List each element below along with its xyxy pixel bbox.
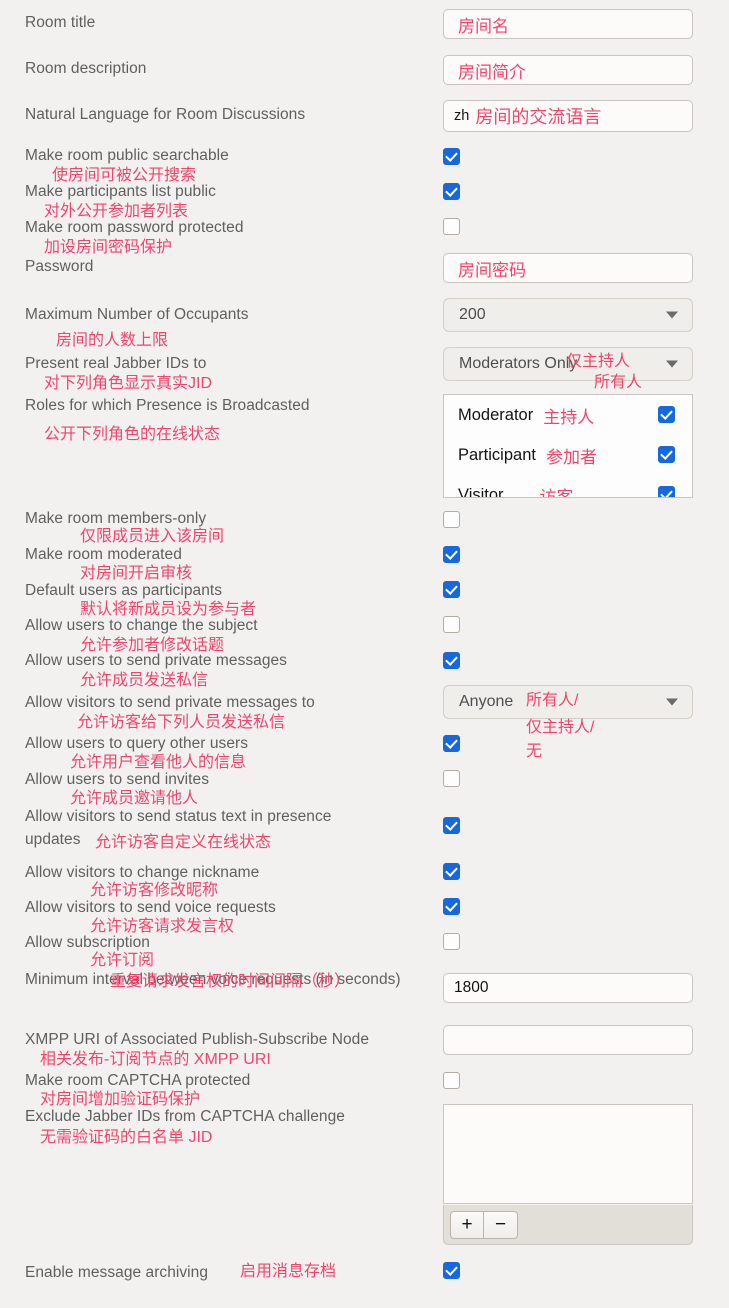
annotation-visitor-private-messages-to: 允许访客给下列人员发送私信	[77, 714, 286, 731]
checkbox-participants-list-public[interactable]	[443, 183, 460, 200]
label-send-invites: Allow users to send invites	[25, 771, 209, 788]
label-query-other-users: Allow users to query other users	[25, 735, 249, 752]
annotation-present-real-jids: 对下列角色显示真实JID	[44, 375, 213, 392]
annotation-presence-broadcast-roles: 公开下列角色的在线状态	[44, 426, 221, 443]
label-password-protected: Make room password protected	[25, 219, 244, 236]
label-visitor-change-nickname: Allow visitors to change nickname	[25, 864, 260, 881]
checkbox-send-private-messages[interactable]	[443, 652, 460, 669]
room-description-input[interactable]	[443, 55, 693, 85]
label-captcha-whitelist: Exclude Jabber IDs from CAPTCHA challeng…	[25, 1108, 345, 1125]
checkbox-role-participant[interactable]	[658, 446, 675, 463]
role-name: Participant	[458, 445, 536, 464]
annotation-visitor-pm-option-1: 所有人/	[526, 692, 579, 709]
label-max-occupants: Maximum Number of Occupants	[25, 306, 249, 323]
list-item[interactable]: Moderator 主持人	[444, 395, 692, 435]
max-occupants-select[interactable]: 200	[443, 298, 693, 332]
checkbox-captcha-protected[interactable]	[443, 1072, 460, 1089]
chevron-down-icon	[666, 360, 678, 368]
label-room-title: Room title	[25, 14, 96, 31]
checkbox-default-participants[interactable]	[443, 581, 460, 598]
label-room-description: Room description	[25, 60, 147, 77]
visitor-private-messages-value: Anyone	[459, 693, 514, 710]
label-pubsub-uri: XMPP URI of Associated Publish-Subscribe…	[25, 1031, 369, 1048]
checkbox-allow-subscription[interactable]	[443, 933, 460, 950]
checkbox-change-subject[interactable]	[443, 616, 460, 633]
label-message-archiving: Enable message archiving	[25, 1264, 208, 1281]
checkbox-message-archiving[interactable]	[443, 1262, 460, 1279]
role-annotation: 参加者	[545, 447, 597, 467]
label-room-language: Natural Language for Room Discussions	[25, 106, 306, 123]
annotation-password-protected: 加设房间密码保护	[44, 239, 173, 256]
label-captcha-protected: Make room CAPTCHA protected	[25, 1072, 251, 1089]
annotation-members-only: 仅限成员进入该房间	[80, 528, 225, 545]
label-presence-broadcast-roles: Roles for which Presence is Broadcasted	[25, 397, 310, 414]
list-item[interactable]: Visitor 访客	[444, 475, 692, 498]
role-name: Visitor	[458, 485, 504, 498]
annotation-send-private-messages: 允许成员发送私信	[80, 672, 209, 689]
role-name: Moderator	[458, 405, 534, 424]
label-change-subject: Allow users to change the subject	[25, 617, 258, 634]
voice-request-interval-input[interactable]	[443, 973, 693, 1003]
chevron-down-icon	[666, 698, 678, 706]
room-language-input[interactable]: zh 房间的交流语言	[443, 100, 693, 132]
role-annotation: 主持人	[543, 407, 595, 427]
password-input[interactable]	[443, 253, 693, 283]
remove-jid-button[interactable]: −	[484, 1210, 518, 1239]
muc-room-config-form: Room title Room description Natural Lang…	[0, 0, 729, 1308]
label-public-searchable: Make room public searchable	[25, 147, 229, 164]
label-visitor-voice-requests: Allow visitors to send voice requests	[25, 899, 276, 916]
annotation-present-real-jids-option-1: 仅主持人	[566, 353, 631, 370]
presence-roles-listbox[interactable]: Moderator 主持人 Participant 参加者 Visitor 访客	[443, 394, 693, 498]
room-language-annotation: 房间的交流语言	[475, 107, 602, 127]
room-language-code: zh	[454, 108, 470, 124]
label-present-real-jids: Present real Jabber IDs to	[25, 355, 207, 372]
checkbox-query-other-users[interactable]	[443, 735, 460, 752]
label-moderated: Make room moderated	[25, 546, 182, 563]
checkbox-public-searchable[interactable]	[443, 148, 460, 165]
list-item[interactable]: Participant 参加者	[444, 435, 692, 475]
checkbox-moderated[interactable]	[443, 546, 460, 563]
room-title-input[interactable]	[443, 9, 693, 39]
label-members-only: Make room members-only	[25, 510, 207, 527]
checkbox-role-moderator[interactable]	[658, 406, 675, 423]
annotation-voice-request-interval: 重复请求发言权的时间间隔（秒）	[110, 973, 351, 990]
annotation-visitor-status-text: 允许访客自定义在线状态	[95, 834, 272, 851]
label-send-private-messages: Allow users to send private messages	[25, 652, 287, 669]
chevron-down-icon	[666, 311, 678, 319]
annotation-present-real-jids-option-2: 所有人	[594, 374, 643, 391]
label-allow-subscription: Allow subscription	[25, 934, 150, 951]
role-annotation: 访客	[539, 487, 574, 498]
checkbox-visitor-status-text[interactable]	[443, 817, 460, 834]
checkbox-visitor-change-nickname[interactable]	[443, 863, 460, 880]
checkbox-role-visitor[interactable]	[658, 486, 675, 497]
label-visitor-private-messages-to: Allow visitors to send private messages …	[25, 694, 315, 711]
max-occupants-value: 200	[459, 306, 486, 323]
checkbox-members-only[interactable]	[443, 511, 460, 528]
present-real-jids-value: Moderators Only	[459, 355, 578, 372]
pubsub-uri-input[interactable]	[443, 1025, 693, 1055]
label-participants-list-public: Make participants list public	[25, 183, 216, 200]
annotation-message-archiving: 启用消息存档	[240, 1263, 337, 1280]
add-jid-button[interactable]: +	[450, 1210, 484, 1239]
annotation-pubsub-uri: 相关发布-订阅节点的 XMPP URI	[40, 1051, 271, 1068]
checkbox-password-protected[interactable]	[443, 218, 460, 235]
captcha-whitelist-listbox[interactable]	[443, 1104, 693, 1204]
annotation-max-occupants: 房间的人数上限	[56, 332, 169, 349]
captcha-whitelist-toolbar: + −	[443, 1205, 693, 1245]
label-password: Password	[25, 258, 94, 275]
checkbox-visitor-voice-requests[interactable]	[443, 898, 460, 915]
checkbox-send-invites[interactable]	[443, 770, 460, 787]
annotation-visitor-pm-option-2: 仅主持人/	[526, 719, 595, 736]
annotation-captcha-whitelist: 无需验证码的白名单 JID	[40, 1129, 213, 1146]
annotation-visitor-pm-option-3: 无	[526, 743, 543, 760]
label-default-participants: Default users as participants	[25, 582, 223, 599]
